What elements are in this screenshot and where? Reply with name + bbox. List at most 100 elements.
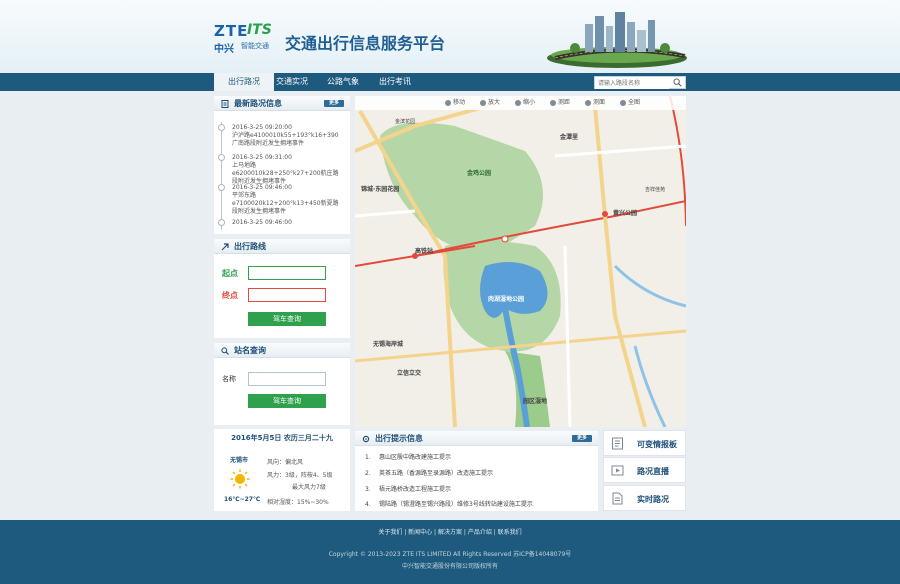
route-arrow-icon [221,243,229,251]
road-search [594,76,686,89]
logo-chinese[interactable]: 中兴 [214,40,234,55]
drive-search-button[interactable]: 驾车查询 [248,312,326,326]
map-tool-measure-area[interactable]: 测面 [585,99,605,107]
side-button-label: 实时路况 [637,495,669,504]
event-item[interactable]: 2016-3-25 09:31:00 上马地路e6200010k28+250°k… [232,154,344,186]
map-tool-zoom-out[interactable]: 缩小 [515,99,535,107]
map-tool-zoom-in[interactable]: 放大 [480,99,500,107]
document-icon [221,100,229,108]
notice-number: 4. [365,501,371,508]
notices-title: 出行提示信息 [375,434,423,443]
start-input[interactable] [248,266,326,280]
footer-company: 中兴智能交通股份有限公司版权所有 [401,563,498,570]
weather-city: 无锡市 [230,457,249,464]
sun-icon [230,469,250,489]
live-traffic-video-button[interactable]: 路况直播 [603,457,686,483]
road-search-input[interactable] [595,78,669,89]
search-icon [221,347,229,355]
site-title: 交通出行信息服务平台 [285,34,446,53]
notices-header: 出行提示信息 更多 [355,431,598,446]
map-tool-measure-distance[interactable]: 测距 [550,99,570,107]
weather-temp: 16℃~27℃ [224,496,261,503]
event-text: 上马地路e6200010k28+250°k27+200航庄路段附近发生拥堵事件 [232,162,339,185]
notice-text: 梧元路桥改造工程施工提示 [379,486,452,493]
timeline-dot [218,154,225,161]
latest-events-title: 最新路况信息 [234,99,282,108]
notice-text: 锡陆路（锡澄路至锡兴路段）维修3号线转站建设施工提示 [379,501,533,508]
notice-number: 3. [365,486,371,493]
notice-number: 1. [365,454,371,461]
gear-icon [362,435,370,443]
document-icon [612,492,623,505]
event-time: 2016-3-25 09:31:00 [232,154,292,161]
weather-humidity: 相对湿度：15%~30% [267,499,329,506]
events-more-button[interactable]: 更多 [324,100,344,107]
map-label: 金潭里 [560,134,579,141]
weather-wind-direction: 风向：偏北风 [267,459,304,466]
event-item[interactable]: 2016-3-25 09:46:00 平郊东路e7100020k12+200°k… [232,184,344,216]
notice-item[interactable]: 2. 英茶五路（香源路至录源路）改造施工提示 [365,468,493,477]
event-time: 2016-3-25 09:46:00 [232,184,292,191]
timeline-dot [218,184,225,191]
map-label: 黄兴公园 [613,210,638,217]
realtime-traffic-button[interactable]: 实时路况 [603,485,686,511]
route-title: 出行路线 [234,242,266,251]
station-name-label: 名称 [222,375,236,383]
map-label: 园区湿地 [523,398,548,405]
weather-wind-level: 风力：3级，阵桉4、5级 [267,472,333,479]
event-item[interactable]: 2016-3-25 09:46:00 [232,219,344,227]
timeline-line [221,122,222,230]
site-footer: 关于我们 | 新闻中心 | 解决方案 | 产品介绍 | 联系我们 Copyrig… [0,520,900,584]
weather-date: 2016年5月5日 农历三月二十九 [231,434,333,442]
map-label: 金滨花园 [395,119,416,125]
play-icon [611,465,624,476]
map-label: 肉湖湿地公园 [488,296,525,303]
weather-wind-max: 最大风力7级 [292,484,326,491]
timeline-dot [218,124,225,131]
notice-item[interactable]: 4. 锡陆路（锡澄路至锡兴路段）维修3号线转站建设施工提示 [365,499,533,508]
search-icon[interactable] [673,78,682,87]
map-label: 高铁站 [415,248,434,255]
map-label: 金鸡公园 [467,170,492,177]
station-title: 站名查询 [234,346,266,355]
event-text: 沪泸路e4100010k55+193°k16+390广南路段附近发生拥堵事件 [232,132,339,147]
nav-item-road-weather[interactable]: 公路气象 [313,73,373,91]
end-label: 终点 [222,291,238,300]
map-label: 无锡海岸城 [373,341,404,348]
variable-message-board-button[interactable]: 可变情报板 [603,430,686,456]
logo-subtitle: 智能交通 [241,42,269,50]
map-label: 立信立交 [397,370,422,377]
site-header: ZTE ITS 中兴 智能交通 交通出行信息服务平台 [0,0,900,73]
station-header: 站名查询 [214,343,350,358]
event-time: 2016-3-25 09:46:00 [232,219,292,226]
map-toolbar: 移动 放大 缩小 测距 测面 全图 [355,96,686,110]
notice-text: 英茶五路（香源路至录源路）改造施工提示 [379,470,494,477]
map-label: 吉祥佳苑 [645,187,666,193]
route-header: 出行路线 [214,239,350,254]
side-button-label: 路况直播 [637,467,669,476]
map-tool-full-extent[interactable]: 全图 [620,99,640,107]
map-canvas[interactable] [355,96,686,427]
notice-item[interactable]: 3. 梧元路桥改造工程施工提示 [365,484,451,493]
logo-its[interactable]: ITS [247,22,272,38]
event-text: 平郊东路e7100020k12+200°k13+450新夏路段附近发生拥堵事件 [232,192,339,215]
map-tool-pan[interactable]: 移动 [445,99,465,107]
event-time: 2016-3-25 09:20:00 [232,124,292,131]
station-search-button[interactable]: 驾车查询 [248,394,326,408]
logo-zte[interactable]: ZTE [214,22,248,40]
traffic-map[interactable]: 移动 放大 缩小 测距 测面 全图 金鸡公园 肉湖湿地公园 锦城·东园花园 无锡… [355,96,686,427]
notice-text: 惠山区殷中路改建施工提示 [379,454,452,461]
board-icon [612,437,623,450]
notices-more-button[interactable]: 更多 [572,435,592,442]
nav-item-travel-news[interactable]: 出行考讯 [365,73,425,91]
start-label: 起点 [222,269,238,278]
end-input[interactable] [248,288,326,302]
main-nav: 出行路况 交通实况 公路气象 出行考讯 [0,73,900,91]
event-item[interactable]: 2016-3-25 09:20:00 沪泸路e4100010k55+193°k1… [232,124,344,148]
city-skyline-illustration [547,12,687,68]
side-button-label: 可变情报板 [637,440,677,449]
timeline-dot [218,219,225,226]
footer-links[interactable]: 关于我们 | 新闻中心 | 解决方案 | 产品介绍 | 联系我们 [0,527,900,536]
station-name-input[interactable] [248,372,326,386]
notice-item[interactable]: 1. 惠山区殷中路改建施工提示 [365,452,451,461]
